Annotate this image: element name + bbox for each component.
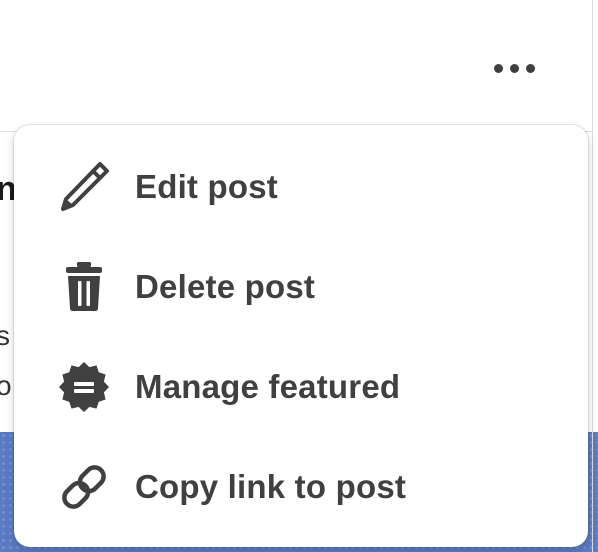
post-options-menu: Edit post Delete post Manage featured Co… [14,125,588,547]
menu-item-manage-featured[interactable]: Manage featured [14,337,588,437]
menu-item-label: Copy link to post [135,468,407,505]
card-border [592,0,593,552]
obscured-text-fragment: s [0,320,10,351]
menu-item-copy-link[interactable]: Copy link to post [14,437,588,537]
menu-item-label: Delete post [135,268,316,305]
obscured-text-fragment: o [0,370,12,401]
featured-badge-icon [56,359,112,415]
more-actions-button[interactable] [478,48,550,88]
ellipsis-horizontal-icon [493,63,535,73]
menu-item-edit-post[interactable]: Edit post [14,137,588,237]
menu-item-delete-post[interactable]: Delete post [14,237,588,337]
menu-item-label: Manage featured [135,368,401,405]
pencil-icon [56,159,112,215]
menu-item-label: Edit post [135,168,278,205]
link-icon [56,459,112,515]
trash-icon [56,259,112,315]
